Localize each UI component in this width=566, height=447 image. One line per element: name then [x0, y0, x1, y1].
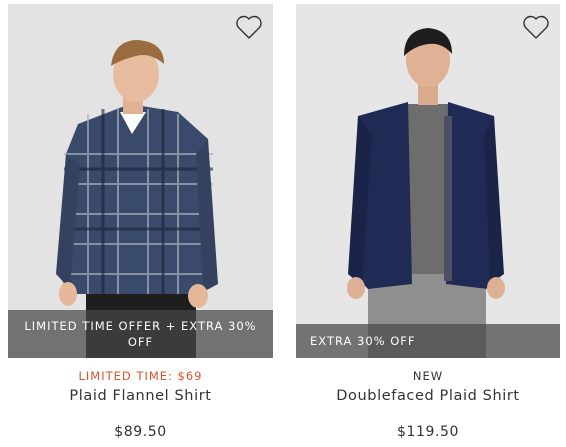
- product-photo-illustration: [296, 4, 560, 358]
- product-price: $89.50: [114, 424, 167, 440]
- product-price: $119.50: [396, 424, 460, 440]
- wishlist-heart-icon[interactable]: [235, 14, 263, 40]
- product-image[interactable]: LIMITED TIME OFFER + EXTRA 30% OFF: [8, 4, 273, 358]
- product-name[interactable]: Doublefaced Plaid Shirt: [296, 388, 560, 404]
- new-flag: NEW: [412, 369, 444, 383]
- product-image[interactable]: EXTRA 30% OFF: [296, 4, 560, 358]
- product-photo-illustration: [8, 4, 273, 358]
- product-card[interactable]: EXTRA 30% OFF NEW Doublefaced Plaid Shir…: [296, 0, 560, 447]
- sale-flag: LIMITED TIME: $69: [78, 369, 203, 383]
- product-name[interactable]: Plaid Flannel Shirt: [8, 388, 273, 404]
- wishlist-heart-icon[interactable]: [522, 14, 550, 40]
- product-card[interactable]: LIMITED TIME OFFER + EXTRA 30% OFF LIMIT…: [8, 0, 273, 447]
- promo-banner: LIMITED TIME OFFER + EXTRA 30% OFF: [8, 310, 273, 358]
- promo-banner: EXTRA 30% OFF: [296, 324, 560, 358]
